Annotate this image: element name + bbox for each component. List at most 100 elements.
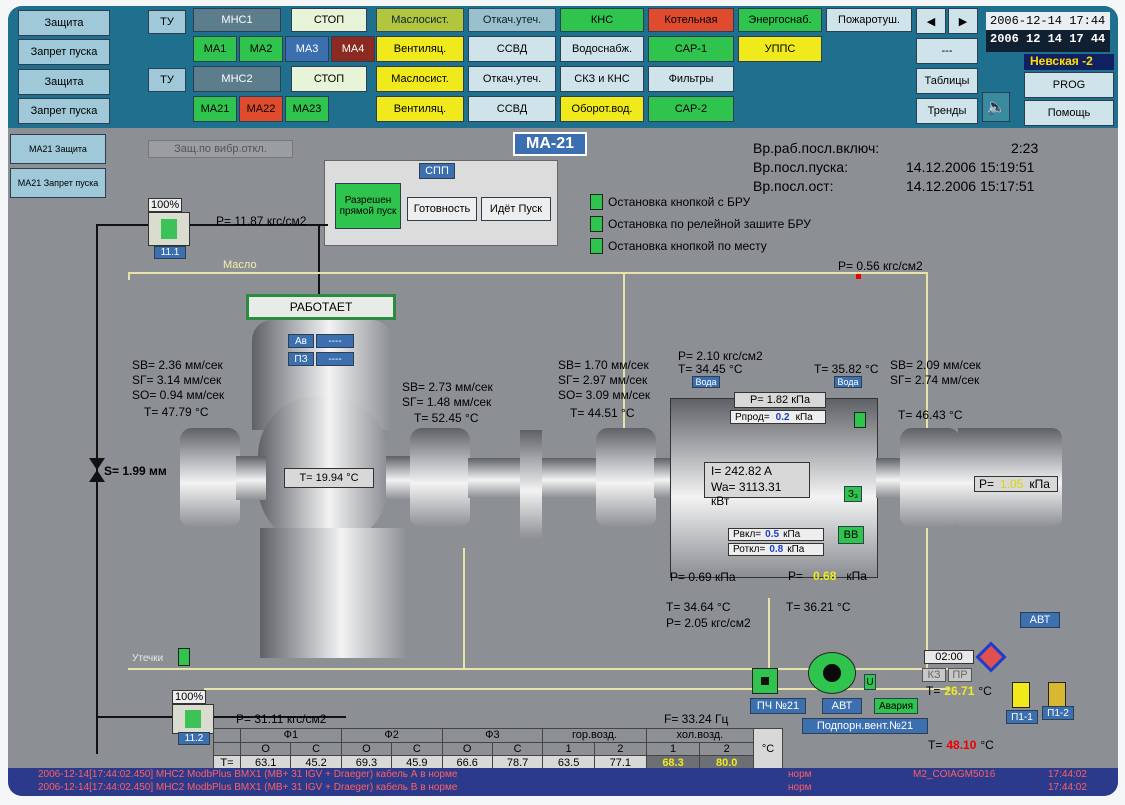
leak-pump-button-2[interactable]: Откач.утеч. [468, 66, 556, 92]
oil-system-button-2[interactable]: Маслосист. [376, 66, 464, 92]
start-block-button-1[interactable]: Запрет пуска [18, 39, 110, 65]
motor-current: I= 242.82 A [711, 464, 773, 478]
p11-label: П1-1 [1006, 710, 1038, 724]
fan-auto-button[interactable]: АВТ [822, 698, 862, 714]
table-sub: С [391, 741, 443, 757]
ma21-button[interactable]: МА21 [193, 96, 237, 122]
mns1-button[interactable]: МНС1 [193, 8, 281, 32]
coupling-right [900, 428, 960, 528]
kns-button[interactable]: КНС [560, 8, 644, 32]
r-bearing-temp: T= 46.43 °C [898, 408, 963, 422]
t-yellow-label: T= [926, 684, 941, 698]
p-right-bottom: P= 0.68 кПа [788, 569, 867, 583]
status-norm-1: норм [788, 769, 812, 780]
leak-pump-button-1[interactable]: Откач.утеч. [468, 8, 556, 32]
leaks-label: Утечки [132, 653, 164, 664]
protection-button-2[interactable]: Защита [18, 69, 110, 95]
sar1-button[interactable]: САР-1 [648, 36, 734, 62]
fan-icon[interactable] [808, 652, 856, 694]
valve-top-pressure: P= 11.87 кгс/см2 [216, 214, 307, 228]
ty-button-1[interactable]: ТУ [148, 10, 186, 34]
dash-button[interactable]: --- [916, 38, 978, 64]
prog-button[interactable]: PROG [1024, 72, 1114, 98]
oil-system-button-1[interactable]: Маслосист. [376, 8, 464, 32]
left-vib-so: SO= 0.94 мм/сек [132, 388, 225, 402]
stop-button-1[interactable]: СТОП [291, 8, 367, 32]
valve-bottom-icon[interactable] [172, 704, 214, 734]
motor-drain [768, 598, 770, 668]
p-right-bottom-value: 0.68 [813, 569, 837, 583]
status-line-2: 2006-12-14[17:44:02.450] МНС2 ModbPlus B… [38, 782, 458, 793]
auto-button-2[interactable]: АВТ [1020, 612, 1060, 628]
alarm-status-bar[interactable]: 2006-12-14[17:44:02.450] МНС2 ModbPlus B… [8, 768, 1118, 796]
ssvd-button-2[interactable]: ССВД [468, 96, 556, 122]
sar2-button[interactable]: САР-2 [648, 96, 734, 122]
pump-left-flange [180, 428, 240, 528]
ma22-button[interactable]: МА22 [239, 96, 283, 122]
coupling-left [410, 428, 470, 528]
protection-button-1[interactable]: Защита [18, 10, 110, 36]
ventilation-button-1[interactable]: Вентиляц. [376, 36, 464, 62]
ma2-button[interactable]: МА2 [239, 36, 283, 62]
datetime-line-2: 2006 12 14 17 44 [990, 32, 1106, 46]
filter-icon-2[interactable] [1048, 682, 1066, 708]
ma21-start-block-button[interactable]: МА21 Запрет пуска [10, 168, 106, 198]
ma23-button[interactable]: МА23 [285, 96, 329, 122]
filter-icon-1[interactable] [1012, 682, 1030, 708]
mns2-button[interactable]: МНС2 [193, 66, 281, 92]
skz-kns-button[interactable]: СКЗ и КНС [560, 66, 644, 92]
t-yellow: T= 26.71 °C [926, 684, 992, 698]
power-supply-button[interactable]: Энергоснаб. [738, 8, 822, 32]
table-sub: 2 [593, 741, 647, 757]
stop-bru-label: Остановка кнопкой с БРУ [608, 195, 751, 209]
water-supply-button[interactable]: Водоснабж. [560, 36, 644, 62]
inverter-label[interactable]: ПЧ №21 [750, 698, 806, 714]
ma1-button[interactable]: МА1 [193, 36, 237, 62]
boiler-button[interactable]: Котельная [648, 8, 734, 32]
motor-pprod-box: Рпрод= 0.2 кПа [730, 410, 826, 424]
ssvd-button-1[interactable]: ССВД [468, 36, 556, 62]
left-bearing-temp: T= 47.79 °C [144, 405, 209, 419]
ma3-button[interactable]: МА3 [285, 36, 329, 62]
t-yellow-value: 26.71 [944, 684, 975, 698]
table-sub: 2 [699, 741, 754, 757]
arrow-left-icon[interactable]: ◀ [916, 8, 946, 34]
motor-pressure: P= 1.82 кПа [734, 392, 826, 408]
ma21-protection-button[interactable]: МА21 Защита [10, 134, 106, 164]
pump-lower-cylinder [260, 528, 408, 658]
left-vib-sg: SГ= 3.14 мм/сек [132, 373, 222, 387]
trends-button[interactable]: Тренды [916, 98, 978, 124]
help-button[interactable]: Помощь [1024, 100, 1114, 126]
water-tag-1: Вода [692, 376, 720, 388]
ma4-button[interactable]: МА4 [331, 36, 375, 62]
station-name: Невская -2 [1024, 54, 1114, 70]
table-group: Ф3 [441, 728, 544, 743]
speaker-icon[interactable]: 🔈 [982, 92, 1010, 122]
damper-diamond-icon[interactable] [975, 641, 1007, 673]
potkl-value: 0.8 [769, 544, 784, 555]
motor-pprod-label: Рпрод= [735, 411, 770, 423]
filters-button[interactable]: Фильтры [648, 66, 734, 92]
mid-bearing-temp: T= 52.45 °C [414, 411, 479, 425]
arrow-right-icon[interactable]: ▶ [948, 8, 978, 34]
kz-indicator: КЗ [922, 668, 946, 682]
ty-button-2[interactable]: ТУ [148, 68, 186, 92]
upps-button[interactable]: УППС [738, 36, 822, 62]
t-red: T= 48.10 °C [928, 738, 994, 752]
pump-temperature: T= 19.94 °C [284, 468, 374, 488]
tables-button[interactable]: Таблицы [916, 68, 978, 94]
stop-relay-led [590, 216, 603, 232]
oil-label: Масло [223, 259, 257, 271]
circ-water-button[interactable]: Оборот.вод. [560, 96, 644, 122]
valve-top-icon[interactable] [148, 212, 190, 246]
inverter-icon[interactable] [752, 668, 778, 694]
left-vib-sb: SB= 2.36 мм/сек [132, 358, 223, 372]
start-block-button-2[interactable]: Запрет пуска [18, 98, 110, 124]
fire-fighting-button[interactable]: Пожаротуш. [826, 8, 912, 32]
pvkl-label: Рвкл= [733, 529, 762, 540]
ventilation-button-2[interactable]: Вентиляц. [376, 96, 464, 122]
motor-power: Wa= 3113.31 кВт [711, 480, 782, 508]
status-time-2: 17:44:02 [1048, 782, 1087, 793]
pump-drain [463, 548, 465, 668]
stop-button-2[interactable]: СТОП [291, 66, 367, 92]
